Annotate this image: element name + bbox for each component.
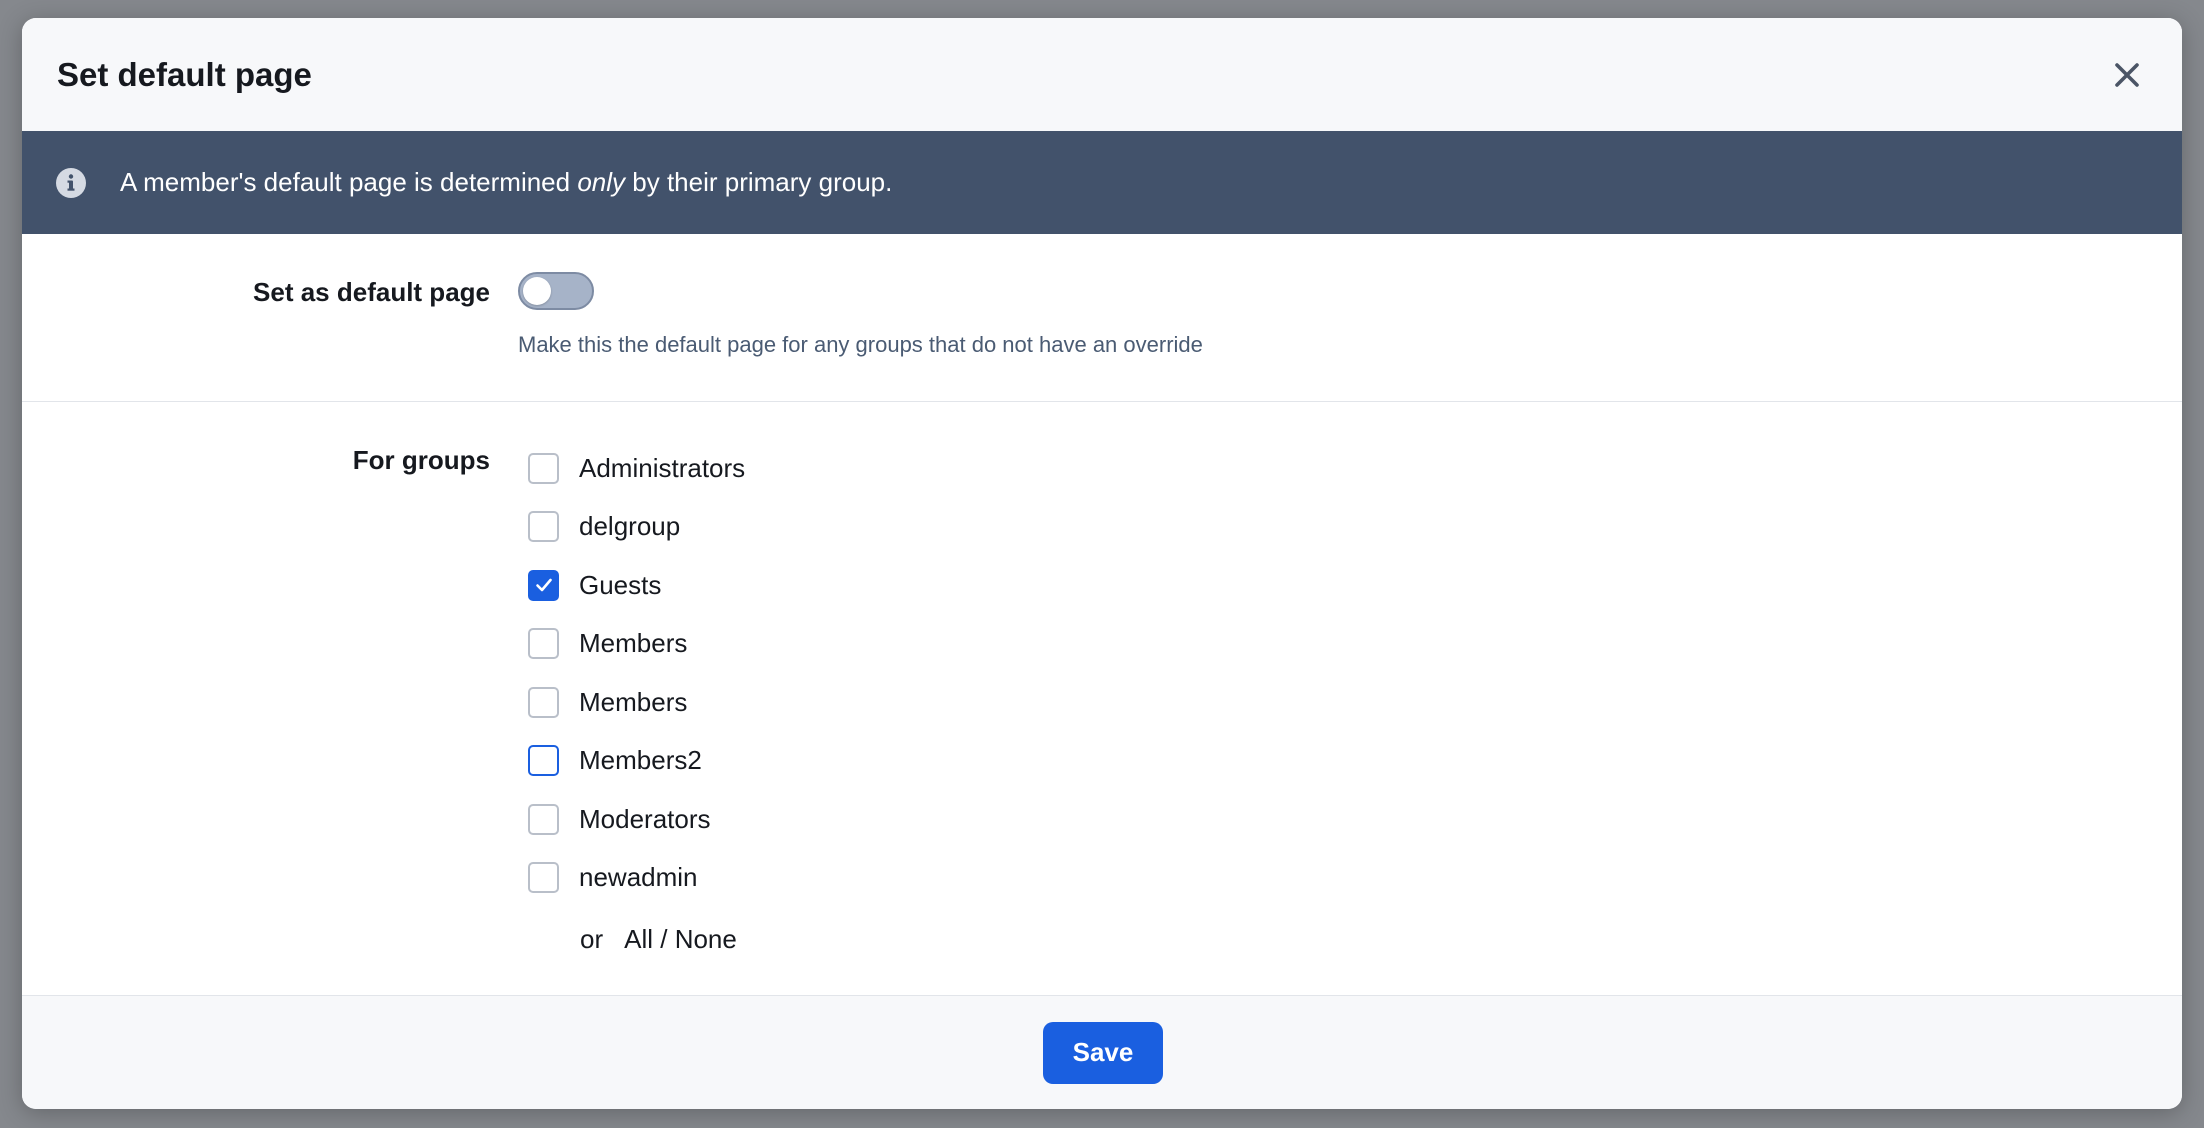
select-all-none: or All / None — [580, 907, 745, 971]
group-checkbox[interactable] — [528, 452, 559, 484]
group-label[interactable]: delgroup — [579, 511, 680, 542]
group-label[interactable]: Guests — [579, 570, 661, 601]
default-page-hint: Make this the default page for any group… — [518, 332, 1203, 357]
save-button[interactable]: Save — [1043, 1021, 1163, 1084]
group-checkbox[interactable] — [528, 511, 559, 543]
group-checkbox[interactable] — [528, 862, 559, 894]
groups-section: For groups Administrators delgroup Guest… — [22, 402, 2182, 997]
info-icon — [55, 167, 87, 199]
set-default-page-dialog: Set default page A member's default page… — [22, 18, 2182, 1109]
group-checkbox[interactable] — [528, 569, 559, 601]
group-item: Members — [528, 673, 745, 732]
group-checkbox[interactable] — [528, 803, 559, 835]
groups-label: For groups — [352, 445, 490, 475]
group-label[interactable]: Members2 — [579, 745, 702, 776]
default-page-control: Make this the default page for any group… — [518, 272, 1203, 401]
close-button[interactable] — [2105, 53, 2149, 97]
group-label[interactable]: newadmin — [579, 862, 698, 893]
group-item: Members — [528, 615, 745, 674]
default-page-toggle[interactable] — [518, 272, 594, 310]
or-text: or — [580, 923, 604, 954]
all-none-toggle-link[interactable]: All / None — [624, 924, 737, 955]
group-item: Administrators — [528, 439, 745, 498]
group-checkbox-list: Administrators delgroup Guests Members M… — [528, 439, 745, 997]
group-item: Moderators — [528, 790, 745, 849]
group-checkbox[interactable] — [528, 745, 559, 777]
group-item: newadmin — [528, 849, 745, 908]
group-item: Members2 — [528, 732, 745, 791]
group-label[interactable]: Moderators — [579, 804, 711, 835]
close-icon — [2115, 62, 2139, 87]
dialog-footer: Save — [22, 995, 2182, 1109]
toggle-knob — [523, 277, 551, 305]
info-text: A member's default page is determined on… — [120, 167, 893, 197]
dialog-title: Set default page — [57, 55, 312, 93]
group-checkbox[interactable] — [528, 628, 559, 660]
checkmark-icon — [535, 578, 552, 592]
info-banner: A member's default page is determined on… — [22, 131, 2182, 234]
group-label[interactable]: Members — [579, 628, 687, 659]
group-label[interactable]: Administrators — [579, 453, 745, 484]
group-label[interactable]: Members — [579, 687, 687, 718]
group-item: delgroup — [528, 498, 745, 557]
dialog-header: Set default page — [22, 18, 2182, 131]
group-item: Guests — [528, 556, 745, 615]
default-page-section: Set as default page Make this the defaul… — [22, 234, 2182, 402]
group-checkbox[interactable] — [528, 686, 559, 718]
default-page-label: Set as default page — [253, 277, 490, 307]
